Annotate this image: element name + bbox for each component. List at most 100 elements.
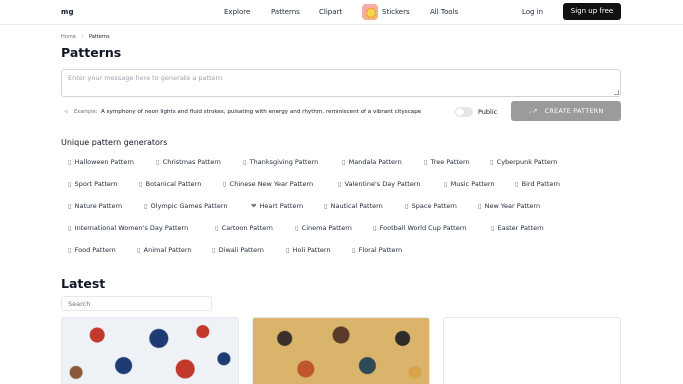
pattern-icon: ▯ xyxy=(223,180,227,188)
generator-link[interactable]: ▯ Cinema Pattern xyxy=(295,224,352,232)
prompt-textarea[interactable]: Enter your message here to generate a pa… xyxy=(61,69,621,97)
generator-link[interactable]: ▯ Holi Pattern xyxy=(286,246,331,254)
nav-link-explore[interactable]: Explore xyxy=(224,8,250,16)
generator-label: Nature Pattern xyxy=(74,202,123,210)
pattern-icon: ▯ xyxy=(424,158,428,166)
generator-link[interactable]: ▯ Christmas Pattern xyxy=(156,158,221,166)
pattern-icon: ▯ xyxy=(68,180,72,188)
generator-link[interactable]: ▯ Botanical Pattern xyxy=(139,180,201,188)
generator-link[interactable]: ▯ Halloween Pattern xyxy=(68,158,134,166)
pattern-icon: ▯ xyxy=(68,158,72,166)
generator-link[interactable]: ▯ Diwali Pattern xyxy=(212,246,264,254)
generator-link[interactable]: ▯ Space Pattern xyxy=(405,202,457,210)
generator-label: Botanical Pattern xyxy=(145,180,202,188)
stickers-icon[interactable] xyxy=(362,4,378,20)
generator-link[interactable]: ▯ Easter Pattern xyxy=(491,224,544,232)
pattern-card-loading[interactable] xyxy=(443,317,621,384)
pattern-icon: ▯ xyxy=(68,224,72,232)
generator-link[interactable]: ▯ Football World Cup Pattern xyxy=(373,224,466,232)
generator-link[interactable]: ▯ Tree Pattern xyxy=(424,158,470,166)
pattern-icon: ▯ xyxy=(342,158,346,166)
generator-label: Floral Pattern xyxy=(358,246,403,254)
pattern-icon: ▯ xyxy=(212,246,216,254)
generator-link[interactable]: ▯ Animal Pattern xyxy=(137,246,192,254)
pattern-icon: ▯ xyxy=(215,224,219,232)
generator-label: Chinese New Year Pattern xyxy=(229,180,314,188)
pattern-card-nautical[interactable] xyxy=(61,317,239,384)
create-pattern-button[interactable]: ⸝↗ CREATE PATTERN xyxy=(511,101,621,121)
nav-link-patterns[interactable]: Patterns xyxy=(271,8,300,16)
breadcrumb-separator: › xyxy=(81,34,84,40)
generator-link[interactable]: ▯ Valentine's Day Pattern xyxy=(338,180,421,188)
generator-label: Tree Pattern xyxy=(430,158,470,166)
generator-link[interactable]: ▯ Thanksgiving Pattern xyxy=(243,158,318,166)
generator-link[interactable]: ▯ Cartoon Pattern xyxy=(215,224,273,232)
generator-label: New Year Pattern xyxy=(484,202,541,210)
logo[interactable]: mg xyxy=(61,8,74,16)
generator-link[interactable]: ▯ Nautical Pattern xyxy=(324,202,383,210)
nav-link-stickers[interactable]: Stickers xyxy=(382,8,410,16)
generator-link[interactable]: ▯ Mandala Pattern xyxy=(342,158,402,166)
breadcrumb-current: Patterns xyxy=(88,34,110,40)
generator-link[interactable]: ▯ Floral Pattern xyxy=(352,246,402,254)
pattern-icon: ▯ xyxy=(338,180,342,188)
nav-link-clipart[interactable]: Clipart xyxy=(319,8,342,16)
generator-label: Football World Cup Pattern xyxy=(379,224,467,232)
pattern-icon: ▯ xyxy=(139,180,143,188)
generator-label: Space Pattern xyxy=(411,202,457,210)
generator-label: Easter Pattern xyxy=(497,224,544,232)
pattern-icon: ▯ xyxy=(137,246,141,254)
generator-link[interactable]: ▯ Bird Pattern xyxy=(515,180,560,188)
generator-label: Thanksgiving Pattern xyxy=(249,158,319,166)
search-input[interactable]: Search xyxy=(61,296,212,311)
generator-label: Cyberpunk Pattern xyxy=(496,158,558,166)
pattern-icon: ▯ xyxy=(490,158,494,166)
pattern-icon: ▯ xyxy=(324,202,328,210)
generator-link[interactable]: ▯ New Year Pattern xyxy=(478,202,540,210)
example-text[interactable]: A symphony of neon lights and fluid stro… xyxy=(101,109,421,115)
generator-label: Holi Pattern xyxy=(292,246,331,254)
generator-label: Diwali Pattern xyxy=(218,246,264,254)
signup-button[interactable]: Sign up free xyxy=(563,3,621,20)
generator-link[interactable]: ❤ Heart Pattern xyxy=(251,202,303,210)
generator-label: Sport Pattern xyxy=(74,180,118,188)
generator-link[interactable]: ▯ Olympic Games Pattern xyxy=(144,202,228,210)
pattern-icon: ▯ xyxy=(68,202,72,210)
generator-label: Christmas Pattern xyxy=(162,158,221,166)
generator-label: Food Pattern xyxy=(74,246,116,254)
page-title: Patterns xyxy=(61,45,122,60)
generator-link[interactable]: ▯ Food Pattern xyxy=(68,246,116,254)
top-navbar: mg Explore Patterns Clipart Stickers All… xyxy=(0,0,683,25)
generator-link[interactable]: ▯ Sport Pattern xyxy=(68,180,118,188)
public-toggle[interactable] xyxy=(455,107,473,117)
generator-link[interactable]: ▯ International Women's Day Pattern xyxy=(68,224,188,232)
latest-title: Latest xyxy=(61,276,106,291)
pattern-icon: ▯ xyxy=(515,180,519,188)
breadcrumb: Home › Patterns xyxy=(61,34,110,40)
generator-link[interactable]: ▯ Nature Pattern xyxy=(68,202,122,210)
pattern-card-vintage[interactable] xyxy=(252,317,430,384)
example-label: Example: xyxy=(74,109,98,115)
pattern-icon: ▯ xyxy=(373,224,377,232)
breadcrumb-home[interactable]: Home xyxy=(61,34,76,40)
pattern-icon: ▯ xyxy=(295,224,299,232)
pattern-icon: ▯ xyxy=(478,202,482,210)
generator-link[interactable]: ▯ Chinese New Year Pattern xyxy=(223,180,313,188)
public-label: Public xyxy=(478,108,498,116)
generator-label: Cartoon Pattern xyxy=(221,224,273,232)
example-icon: ⊲ xyxy=(64,109,69,115)
search-placeholder: Search xyxy=(68,300,91,308)
resize-handle-icon[interactable] xyxy=(614,90,619,95)
login-link[interactable]: Log in xyxy=(522,8,543,16)
generator-label: Valentine's Day Pattern xyxy=(344,180,421,188)
nav-link-all-tools[interactable]: All Tools xyxy=(430,8,458,16)
generator-link[interactable]: ▯ Music Pattern xyxy=(444,180,495,188)
prompt-placeholder: Enter your message here to generate a pa… xyxy=(68,74,223,82)
generator-label: Nautical Pattern xyxy=(330,202,383,210)
generator-label: International Women's Day Pattern xyxy=(74,224,189,232)
pattern-icon: ▯ xyxy=(156,158,160,166)
pattern-icon: ▯ xyxy=(444,180,448,188)
generator-label: Animal Pattern xyxy=(143,246,192,254)
generator-label: Halloween Pattern xyxy=(74,158,135,166)
generator-link[interactable]: ▯ Cyberpunk Pattern xyxy=(490,158,557,166)
